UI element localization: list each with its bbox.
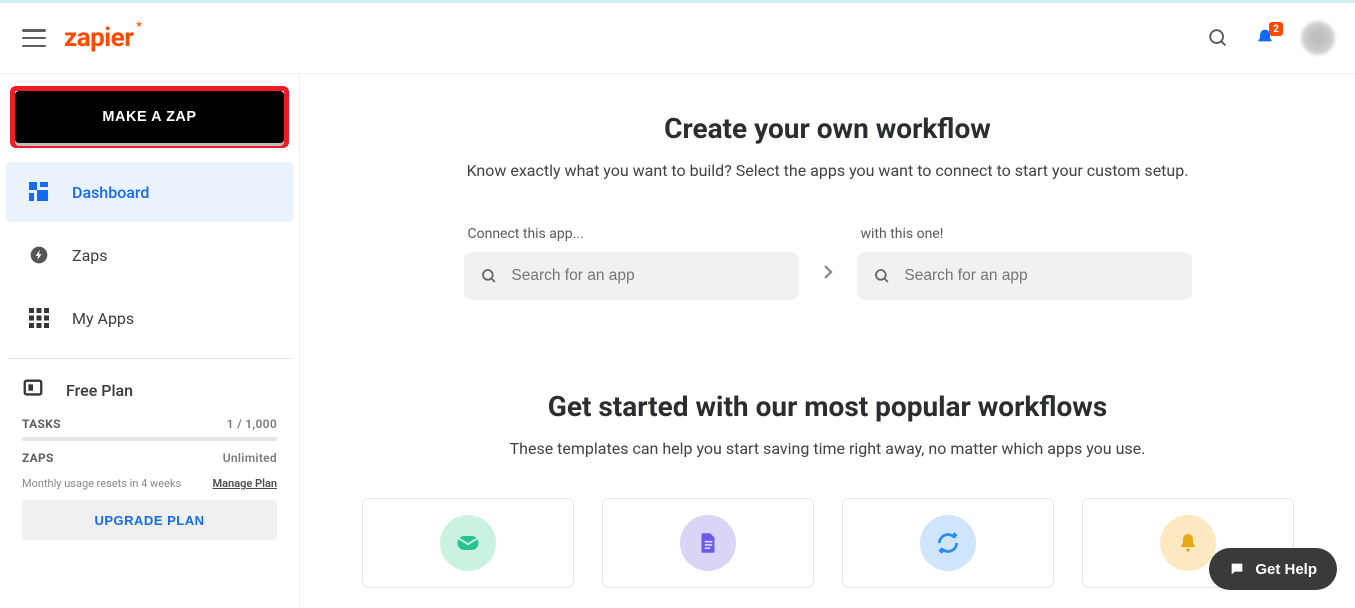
tasks-label: TASKS: [22, 417, 61, 431]
sidebar-item-label: Dashboard: [72, 183, 149, 202]
get-help-label: Get Help: [1255, 561, 1317, 578]
popular-title: Get started with our most popular workfl…: [340, 390, 1315, 423]
mail-icon: [440, 515, 496, 571]
get-help-button[interactable]: Get Help: [1209, 548, 1337, 590]
template-card[interactable]: [842, 498, 1054, 588]
sidebar-item-label: My Apps: [72, 309, 134, 328]
sidebar: MAKE A ZAP Dashboard Zaps My Apps: [0, 74, 300, 608]
sidebar-item-zaps[interactable]: Zaps: [6, 225, 293, 285]
sidebar-item-dashboard[interactable]: Dashboard: [6, 162, 293, 222]
template-card[interactable]: [602, 498, 814, 588]
document-icon: [680, 515, 736, 571]
page-title: Create your own workflow: [340, 112, 1315, 145]
avatar[interactable]: [1301, 21, 1335, 55]
tasks-progress-bar: [22, 437, 277, 441]
zaps-label: ZAPS: [22, 451, 54, 465]
search-input-2[interactable]: [904, 267, 1175, 285]
main-content: Create your own workflow Know exactly wh…: [300, 74, 1355, 608]
popular-workflows-section: Get started with our most popular workfl…: [340, 390, 1315, 588]
sidebar-item-my-apps[interactable]: My Apps: [6, 288, 293, 348]
dashboard-icon: [28, 181, 50, 203]
manage-plan-link[interactable]: Manage Plan: [213, 477, 277, 490]
connect-app-search-2[interactable]: [857, 252, 1192, 300]
tasks-value: 1 / 1,000: [227, 417, 277, 431]
connect-label-2: with this one!: [857, 226, 1192, 242]
upgrade-plan-button[interactable]: UPGRADE PLAN: [22, 500, 277, 540]
connect-app-search-1[interactable]: [464, 252, 799, 300]
make-a-zap-button[interactable]: MAKE A ZAP: [15, 91, 284, 143]
search-input-1[interactable]: [511, 267, 782, 285]
chat-icon: [1229, 561, 1245, 577]
zapier-logo[interactable]: zapier*: [64, 23, 133, 53]
chevron-right-icon: [819, 263, 837, 285]
plan-title: Free Plan: [66, 381, 133, 400]
hamburger-menu-icon[interactable]: [22, 29, 46, 47]
reset-text: Monthly usage resets in 4 weeks: [22, 477, 181, 490]
search-icon: [480, 266, 498, 286]
zaps-icon: [28, 244, 50, 266]
bell-icon: [1160, 515, 1216, 571]
sync-icon: [920, 515, 976, 571]
page-subtitle: Know exactly what you want to build? Sel…: [340, 161, 1315, 180]
notifications-icon[interactable]: 2: [1255, 28, 1275, 48]
popular-subtitle: These templates can help you start savin…: [340, 439, 1315, 458]
notification-badge: 2: [1269, 22, 1283, 36]
search-icon: [873, 266, 891, 286]
plan-box: Free Plan TASKS 1 / 1,000 ZAPS Unlimited…: [0, 367, 299, 540]
make-zap-highlight: MAKE A ZAP: [10, 86, 289, 148]
apps-grid-icon: [28, 307, 50, 329]
connect-apps-row: Connect this app... with this one!: [340, 226, 1315, 300]
template-card[interactable]: [362, 498, 574, 588]
zaps-value: Unlimited: [223, 451, 277, 465]
connect-label-1: Connect this app...: [464, 226, 799, 242]
sidebar-separator: [8, 358, 291, 359]
sidebar-item-label: Zaps: [72, 246, 108, 265]
header: zapier* 2: [0, 3, 1355, 74]
plan-icon: [22, 377, 44, 403]
search-icon[interactable]: [1207, 27, 1229, 49]
